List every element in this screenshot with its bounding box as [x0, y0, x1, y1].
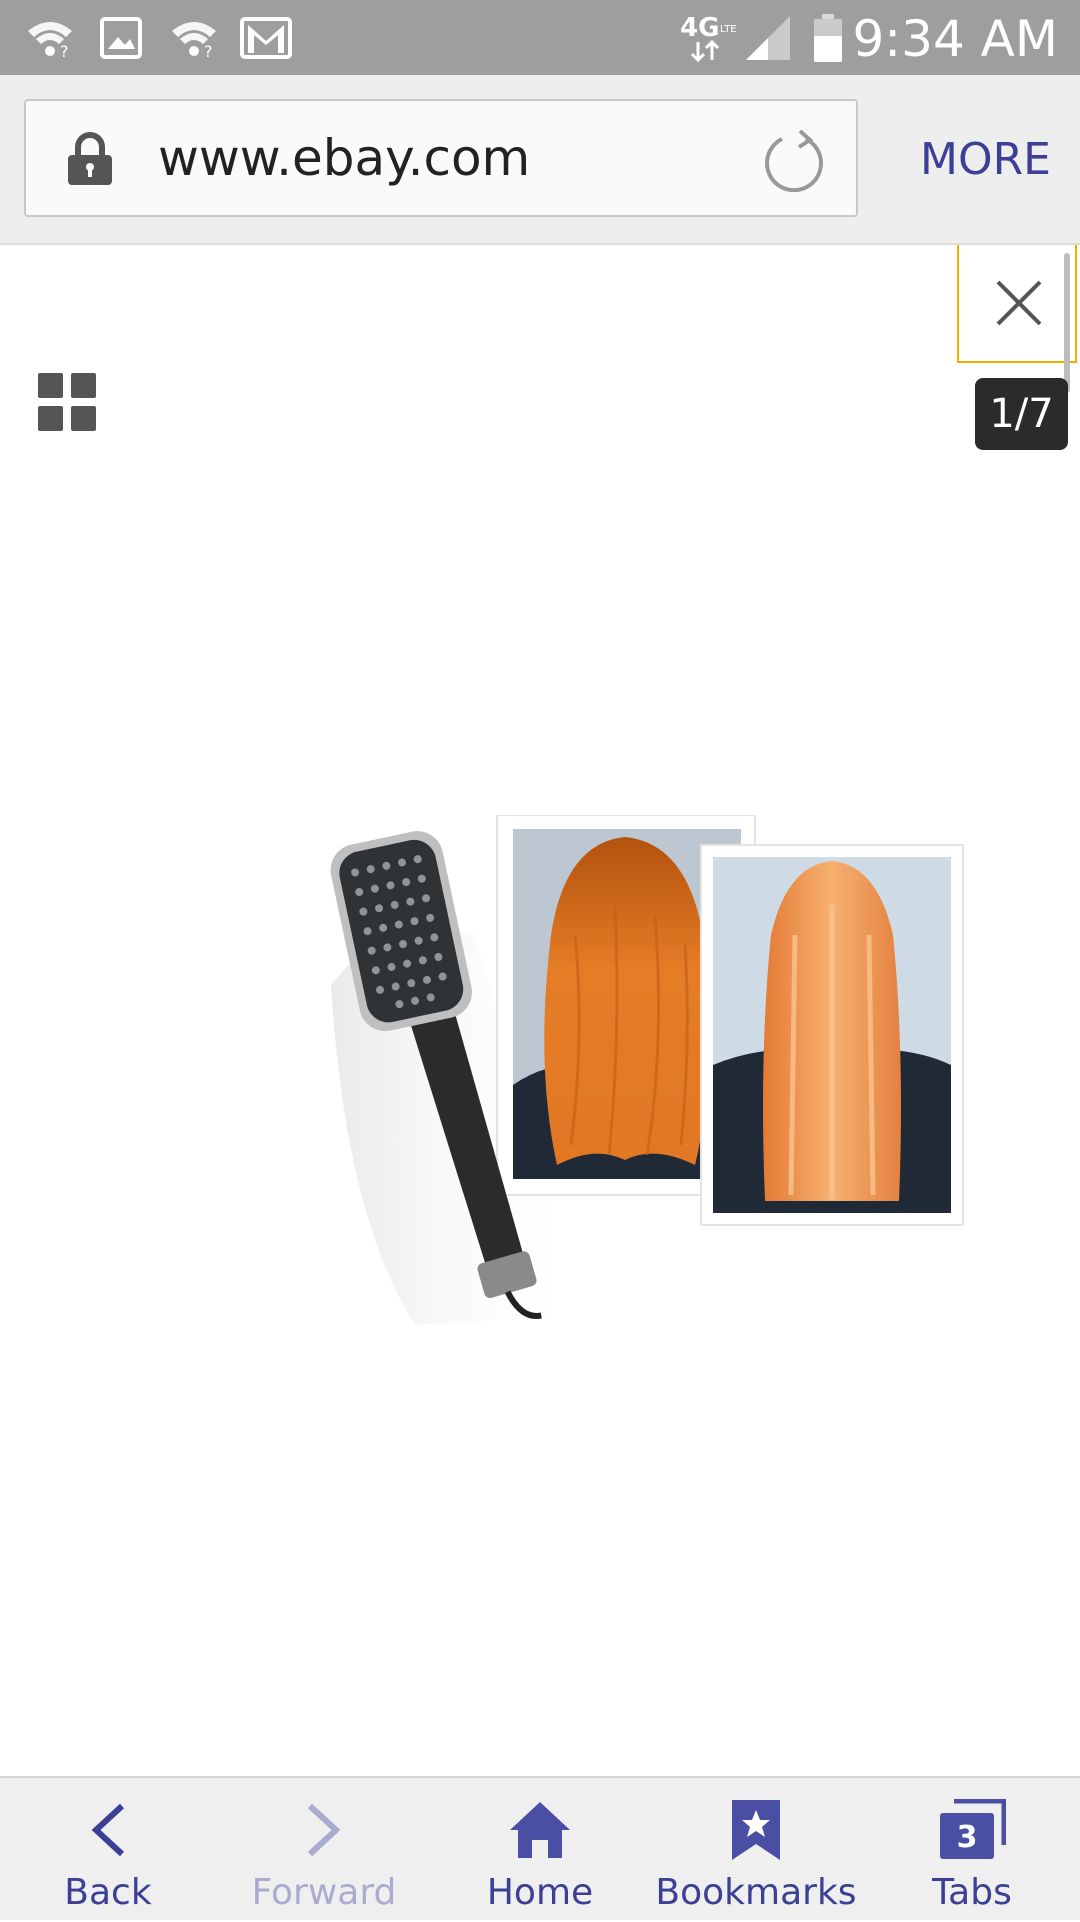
svg-text:LTE: LTE [720, 24, 736, 35]
image-counter: 1/7 [975, 378, 1068, 450]
bookmark-star-icon [648, 1790, 864, 1870]
lock-icon [66, 131, 114, 192]
tabs-count: 3 [957, 1820, 978, 1855]
scrollbar[interactable] [1064, 253, 1070, 393]
forward-button[interactable]: Forward [216, 1778, 432, 1922]
reload-icon[interactable] [762, 129, 826, 198]
bookmarks-button[interactable]: Bookmarks [648, 1778, 864, 1922]
gmail-icon [240, 0, 292, 75]
url-text[interactable]: www.ebay.com [158, 101, 530, 215]
wifi-question-icon: ? [170, 0, 218, 75]
browser-toolbar: www.ebay.com MORE [0, 75, 1080, 245]
status-bar: ? ? 4G LTE 9:34 AM [0, 0, 1080, 75]
signal-icon [744, 0, 792, 75]
home-icon [432, 1790, 648, 1870]
forward-label: Forward [251, 1872, 397, 1913]
svg-text:?: ? [204, 42, 213, 59]
svg-text:?: ? [60, 42, 69, 59]
home-label: Home [486, 1872, 594, 1913]
more-button[interactable]: MORE [920, 75, 1051, 243]
status-time: 9:34 AM [852, 10, 1058, 68]
battery-icon [812, 0, 844, 75]
chevron-left-icon [0, 1790, 216, 1870]
address-bar[interactable]: www.ebay.com [24, 99, 858, 217]
close-button[interactable] [957, 245, 1077, 363]
image-icon [100, 0, 142, 75]
tabs-label: Tabs [932, 1872, 1012, 1913]
close-icon [996, 280, 1042, 326]
chevron-right-icon [216, 1790, 432, 1870]
bookmarks-label: Bookmarks [655, 1872, 857, 1913]
network-4g-icon: 4G LTE [680, 0, 736, 75]
image-gallery-viewer: 1/7 [0, 245, 1080, 1775]
wifi-question-icon: ? [26, 0, 74, 75]
browser-bottom-nav: Back Forward Home Bookmarks 3 Tabs [0, 1776, 1080, 1920]
svg-text:4G: 4G [680, 13, 719, 43]
grid-view-icon[interactable] [38, 373, 96, 436]
home-button[interactable]: Home [432, 1778, 648, 1922]
back-button[interactable]: Back [0, 1778, 216, 1922]
tabs-button[interactable]: 3 Tabs [864, 1778, 1080, 1922]
tabs-icon: 3 [864, 1790, 1080, 1870]
back-label: Back [64, 1872, 152, 1913]
product-image[interactable] [325, 814, 965, 1330]
